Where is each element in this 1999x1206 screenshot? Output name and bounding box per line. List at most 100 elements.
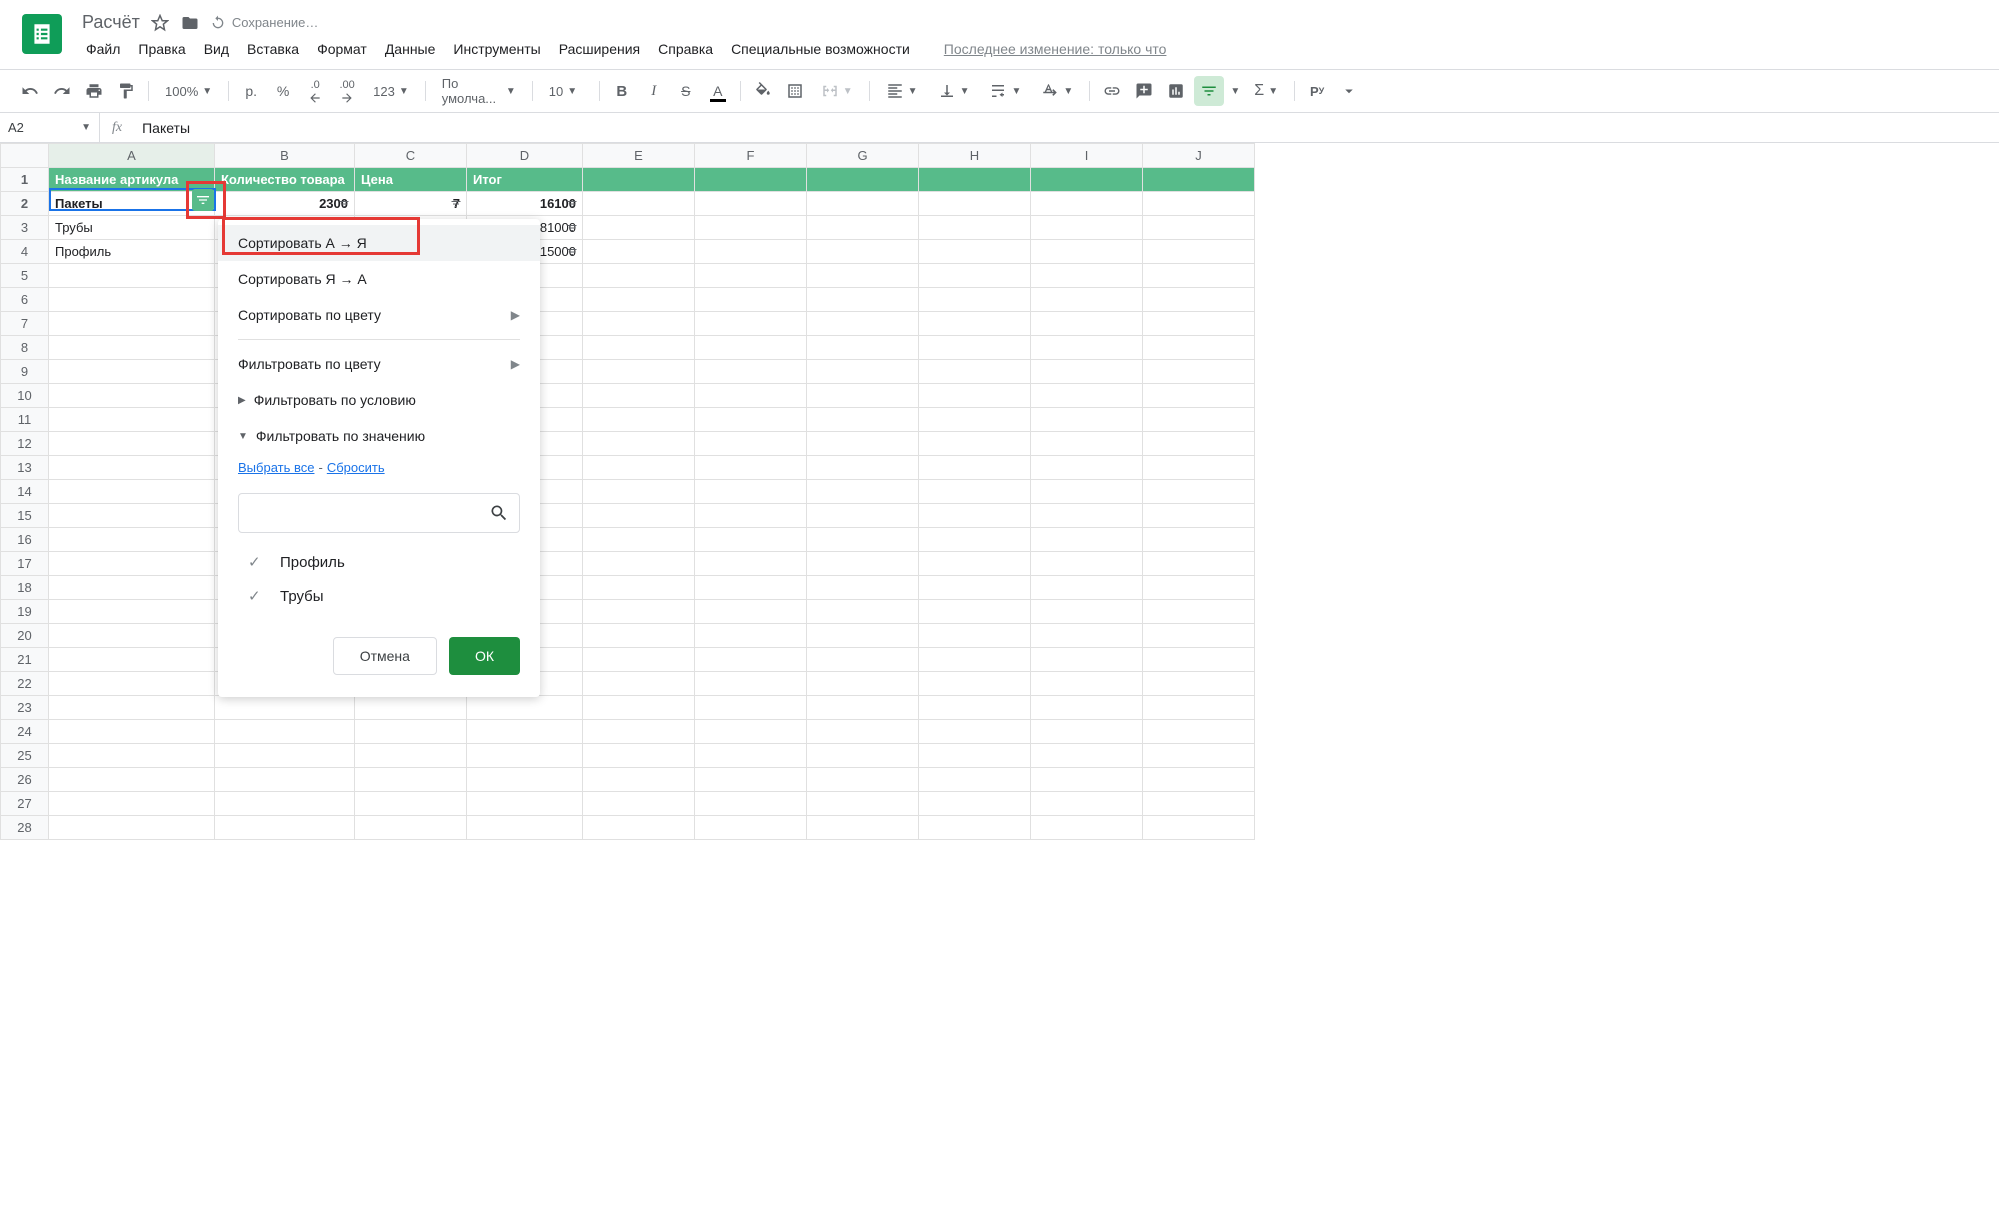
filter-indicator-icon[interactable] xyxy=(565,221,579,235)
cell[interactable] xyxy=(919,576,1031,600)
cell[interactable] xyxy=(919,672,1031,696)
cell[interactable] xyxy=(583,384,695,408)
column-header[interactable]: A xyxy=(49,144,215,168)
menu-help[interactable]: Справка xyxy=(650,37,721,61)
horizontal-align-icon[interactable]: ▼ xyxy=(878,77,926,105)
paint-format-icon[interactable] xyxy=(112,77,140,105)
star-icon[interactable] xyxy=(150,13,170,33)
cell[interactable] xyxy=(1031,816,1143,840)
cell[interactable] xyxy=(1143,240,1255,264)
cell[interactable] xyxy=(919,528,1031,552)
cell[interactable] xyxy=(695,552,807,576)
move-icon[interactable] xyxy=(180,13,200,33)
cell[interactable] xyxy=(467,816,583,840)
functions-icon[interactable]: Σ▼ xyxy=(1246,77,1286,105)
cell[interactable] xyxy=(1031,744,1143,768)
sort-z-a[interactable]: Сортировать Я → А xyxy=(218,261,540,297)
cell[interactable] xyxy=(49,816,215,840)
cell[interactable] xyxy=(1031,456,1143,480)
cell[interactable]: 2300 xyxy=(215,192,355,216)
cell[interactable] xyxy=(1031,264,1143,288)
cell[interactable] xyxy=(1143,504,1255,528)
cell[interactable] xyxy=(919,384,1031,408)
cell[interactable] xyxy=(919,312,1031,336)
row-header[interactable]: 10 xyxy=(1,384,49,408)
cell[interactable] xyxy=(583,528,695,552)
filter-indicator-icon[interactable] xyxy=(337,197,351,211)
cell[interactable] xyxy=(807,168,919,192)
cell[interactable] xyxy=(807,528,919,552)
cell[interactable] xyxy=(583,360,695,384)
cell[interactable] xyxy=(919,216,1031,240)
filter-search[interactable] xyxy=(238,493,520,533)
bold-icon[interactable]: B xyxy=(608,77,636,105)
cell[interactable] xyxy=(807,600,919,624)
search-icon[interactable] xyxy=(489,503,509,523)
sheets-logo-icon[interactable] xyxy=(22,14,62,54)
filter-by-color[interactable]: Фильтровать по цвету▶ xyxy=(218,346,540,382)
filter-indicator-icon[interactable] xyxy=(449,197,463,211)
cell[interactable] xyxy=(695,312,807,336)
cell[interactable] xyxy=(807,744,919,768)
cell[interactable] xyxy=(919,264,1031,288)
cell[interactable] xyxy=(49,312,215,336)
cell[interactable] xyxy=(1031,720,1143,744)
filter-indicator-icon[interactable] xyxy=(565,245,579,259)
cell[interactable] xyxy=(1143,408,1255,432)
cell[interactable] xyxy=(919,768,1031,792)
cell[interactable] xyxy=(1031,240,1143,264)
italic-icon[interactable]: I xyxy=(640,77,668,105)
cell[interactable]: 16100 xyxy=(467,192,583,216)
cell[interactable] xyxy=(695,216,807,240)
cell[interactable] xyxy=(1031,480,1143,504)
cell[interactable] xyxy=(807,696,919,720)
cell[interactable] xyxy=(355,816,467,840)
row-header[interactable]: 27 xyxy=(1,792,49,816)
row-header[interactable]: 4 xyxy=(1,240,49,264)
cell[interactable] xyxy=(919,240,1031,264)
cell[interactable] xyxy=(583,288,695,312)
sort-by-color[interactable]: Сортировать по цвету▶ xyxy=(218,297,540,333)
cell[interactable] xyxy=(467,696,583,720)
filter-search-input[interactable] xyxy=(249,506,489,521)
row-header[interactable]: 21 xyxy=(1,648,49,672)
cell[interactable] xyxy=(1031,768,1143,792)
merge-cells-icon[interactable]: ▼ xyxy=(813,77,861,105)
row-header[interactable]: 24 xyxy=(1,720,49,744)
cell[interactable] xyxy=(807,672,919,696)
cell[interactable] xyxy=(583,768,695,792)
cell[interactable] xyxy=(1143,816,1255,840)
cell[interactable]: 7 xyxy=(355,192,467,216)
cell[interactable] xyxy=(49,432,215,456)
cell[interactable] xyxy=(807,312,919,336)
cell[interactable]: Количество товара xyxy=(215,168,355,192)
cell[interactable] xyxy=(1143,528,1255,552)
filter-by-condition[interactable]: ▶Фильтровать по условию xyxy=(218,382,540,418)
cancel-button[interactable]: Отмена xyxy=(333,637,437,675)
cell[interactable] xyxy=(807,360,919,384)
cell[interactable] xyxy=(919,408,1031,432)
cell[interactable] xyxy=(1031,312,1143,336)
cell[interactable] xyxy=(583,480,695,504)
cell[interactable] xyxy=(583,192,695,216)
cell[interactable] xyxy=(49,360,215,384)
row-header[interactable]: 19 xyxy=(1,600,49,624)
cell[interactable] xyxy=(583,720,695,744)
cell[interactable] xyxy=(1143,168,1255,192)
cell[interactable] xyxy=(1143,624,1255,648)
cell[interactable] xyxy=(1143,312,1255,336)
cell[interactable] xyxy=(919,816,1031,840)
row-header[interactable]: 18 xyxy=(1,576,49,600)
undo-icon[interactable] xyxy=(16,77,44,105)
cell[interactable] xyxy=(49,696,215,720)
cell[interactable] xyxy=(919,480,1031,504)
cell[interactable] xyxy=(807,792,919,816)
cell[interactable] xyxy=(583,792,695,816)
cell[interactable] xyxy=(467,744,583,768)
cell[interactable] xyxy=(1031,528,1143,552)
decrease-decimal-icon[interactable]: .0 xyxy=(301,77,329,105)
cell[interactable] xyxy=(583,744,695,768)
sort-a-z[interactable]: Сортировать А → Я xyxy=(218,225,540,261)
cell[interactable] xyxy=(919,600,1031,624)
cell[interactable] xyxy=(807,816,919,840)
